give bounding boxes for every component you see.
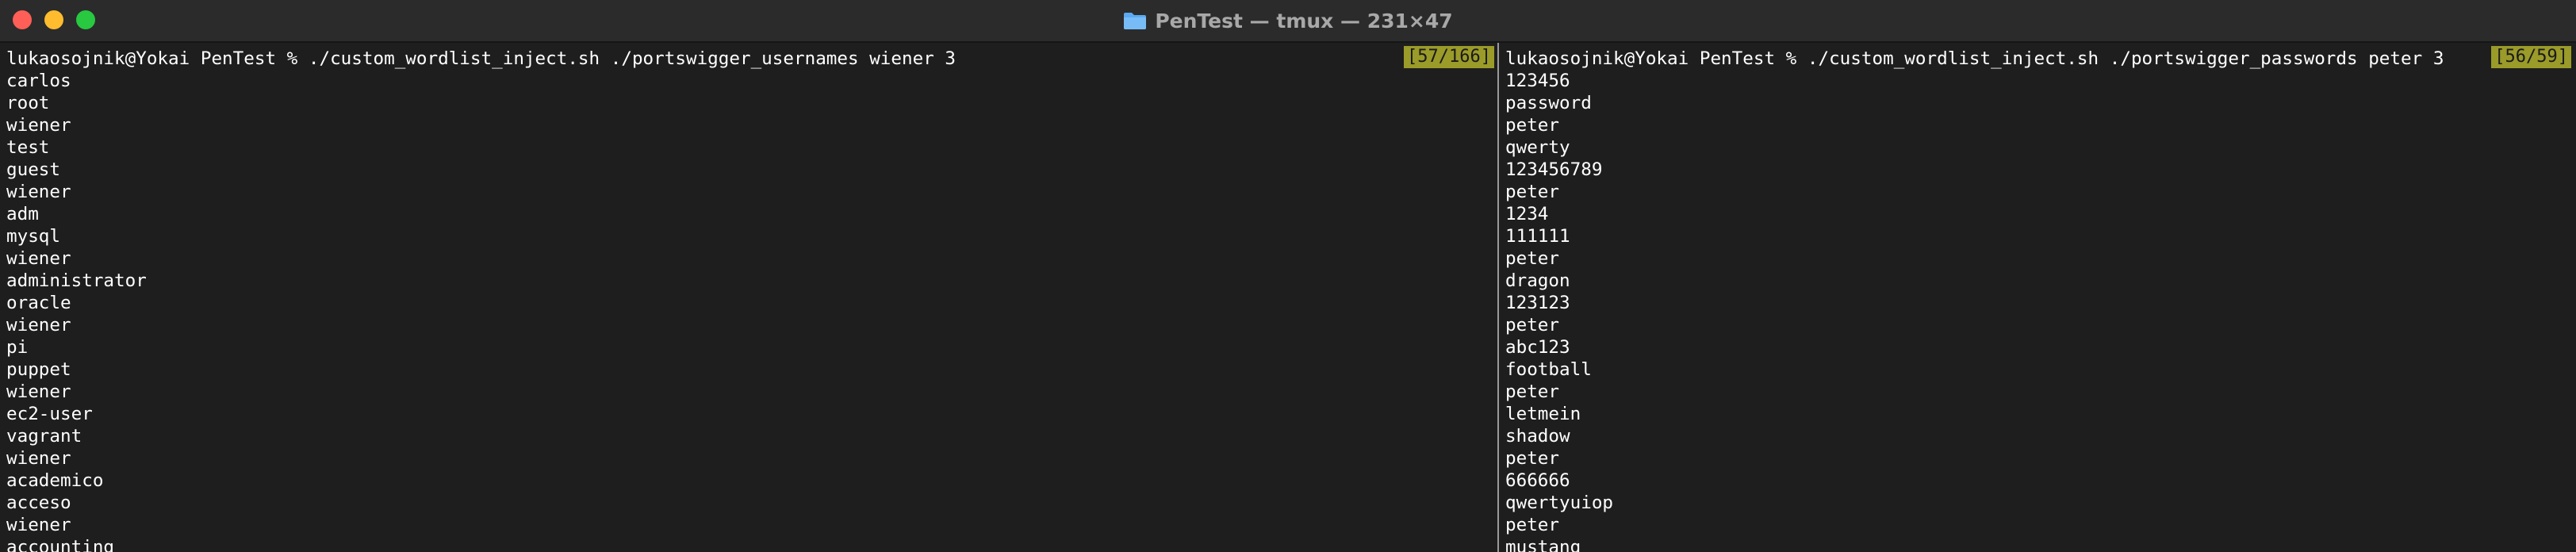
output-line: peter bbox=[1505, 381, 1560, 402]
tmux-panes: lukaosojnik@Yokai PenTest % ./custom_wor… bbox=[0, 43, 2576, 552]
output-line: wiener bbox=[6, 248, 71, 269]
window-controls bbox=[13, 10, 95, 29]
output-line: qwerty bbox=[1505, 137, 1570, 158]
tmux-pane-left[interactable]: lukaosojnik@Yokai PenTest % ./custom_wor… bbox=[0, 43, 1497, 552]
output-line: dragon bbox=[1505, 270, 1570, 291]
output-line: acceso bbox=[6, 493, 71, 513]
output-line: vagrant bbox=[6, 426, 82, 447]
output-line: wiener bbox=[6, 115, 71, 136]
output-line: carlos bbox=[6, 71, 71, 91]
output-line: wiener bbox=[6, 381, 71, 402]
output-line: qwertyuiop bbox=[1505, 493, 1614, 513]
output-line: 123123 bbox=[1505, 293, 1570, 313]
output-line: peter bbox=[1505, 248, 1560, 269]
window-title-group: PenTest — tmux — 231×47 bbox=[1123, 9, 1453, 33]
terminal-window: PenTest — tmux — 231×47 lukaosojnik@Yoka… bbox=[0, 0, 2576, 552]
output-line: 123456 bbox=[1505, 71, 1570, 91]
window-title: PenTest — tmux — 231×47 bbox=[1155, 9, 1453, 33]
folder-icon bbox=[1124, 13, 1147, 29]
terminal-output: lukaosojnik@Yokai PenTest % ./custom_wor… bbox=[1505, 48, 2444, 552]
output-line: oracle bbox=[6, 293, 71, 313]
output-line: root bbox=[6, 93, 50, 113]
output-line: wiener bbox=[6, 315, 71, 335]
output-line: password bbox=[1505, 93, 1592, 113]
output-line: 666666 bbox=[1505, 470, 1570, 491]
scroll-position-badge: [57/166] bbox=[1404, 46, 1494, 68]
tmux-pane-right[interactable]: lukaosojnik@Yokai PenTest % ./custom_wor… bbox=[1499, 43, 2576, 552]
output-line: 111111 bbox=[1505, 226, 1570, 247]
output-line: wiener bbox=[6, 515, 71, 535]
minimize-window-button[interactable] bbox=[44, 10, 63, 29]
output-line: adm bbox=[6, 204, 39, 224]
output-line: letmein bbox=[1505, 404, 1581, 424]
scroll-position-badge: [56/59] bbox=[2491, 46, 2571, 68]
maximize-window-button[interactable] bbox=[76, 10, 95, 29]
output-line: 1234 bbox=[1505, 204, 1549, 224]
output-line: peter bbox=[1505, 515, 1560, 535]
output-line: peter bbox=[1505, 448, 1560, 469]
output-line: 123456789 bbox=[1505, 159, 1603, 180]
terminal-output: lukaosojnik@Yokai PenTest % ./custom_wor… bbox=[6, 48, 956, 552]
output-line: ec2-user bbox=[6, 404, 93, 424]
output-line: mysql bbox=[6, 226, 61, 247]
close-window-button[interactable] bbox=[13, 10, 32, 29]
output-line: pi bbox=[6, 337, 29, 358]
output-line: football bbox=[1505, 359, 1592, 380]
output-line: administrator bbox=[6, 270, 147, 291]
command-line: lukaosojnik@Yokai PenTest % ./custom_wor… bbox=[6, 48, 956, 69]
output-line: test bbox=[6, 137, 50, 158]
output-line: abc123 bbox=[1505, 337, 1570, 358]
output-line: shadow bbox=[1505, 426, 1570, 447]
output-line: guest bbox=[6, 159, 61, 180]
output-line: peter bbox=[1505, 182, 1560, 202]
output-line: wiener bbox=[6, 448, 71, 469]
command-line: lukaosojnik@Yokai PenTest % ./custom_wor… bbox=[1505, 48, 2444, 69]
output-line: peter bbox=[1505, 315, 1560, 335]
title-bar[interactable]: PenTest — tmux — 231×47 bbox=[0, 0, 2576, 43]
output-line: academico bbox=[6, 470, 104, 491]
output-line: mustang bbox=[1505, 537, 1581, 552]
output-line: puppet bbox=[6, 359, 71, 380]
output-line: accounting bbox=[6, 537, 115, 552]
output-line: peter bbox=[1505, 115, 1560, 136]
output-line: wiener bbox=[6, 182, 71, 202]
